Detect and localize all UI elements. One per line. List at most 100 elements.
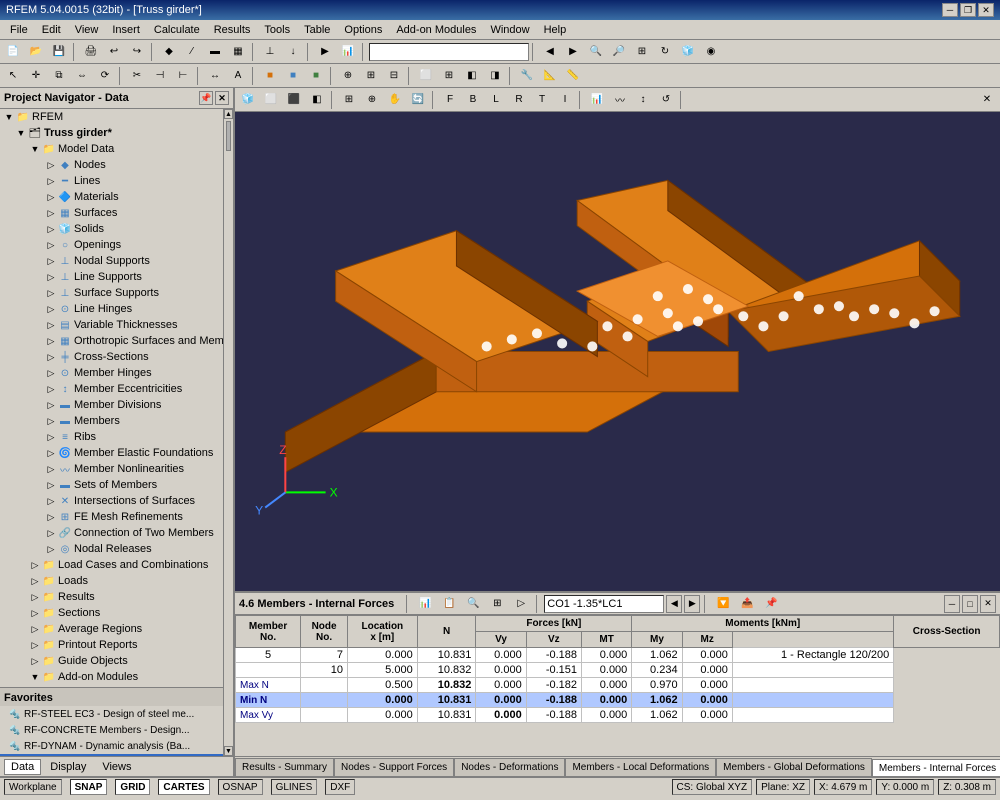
pr-expand[interactable]: ▷	[28, 638, 42, 652]
menu-window[interactable]: Window	[484, 22, 535, 38]
lh-expand[interactable]: ▷	[44, 302, 58, 316]
open-expand[interactable]: ▷	[44, 238, 58, 252]
ls-expand[interactable]: ▷	[44, 270, 58, 284]
toolbar-open[interactable]: 📂	[25, 42, 47, 62]
toolbar2-select[interactable]: ↖	[2, 66, 24, 86]
toolbar2-color2[interactable]: ■	[282, 66, 304, 86]
nodes-expand[interactable]: ▷	[44, 158, 58, 172]
bt-close[interactable]: ✕	[980, 595, 996, 613]
vt-solid[interactable]: ⬛	[283, 90, 305, 110]
tree-ortho[interactable]: ▷ ▦ Orthotropic Surfaces and Membranes	[0, 333, 223, 349]
truss-expand[interactable]: ▼	[14, 126, 28, 140]
status-grid[interactable]: GRID	[115, 779, 150, 795]
status-cartes[interactable]: CARTES	[158, 779, 209, 795]
bt-maximize[interactable]: □	[962, 595, 978, 613]
tree-fe-mesh[interactable]: ▷ ⊞ FE Mesh Refinements	[0, 509, 223, 525]
toolbar-lines[interactable]: ⁄	[181, 42, 203, 62]
tree-member-div[interactable]: ▷ ▬ Member Divisions	[0, 397, 223, 413]
restore-button[interactable]: ❐	[960, 3, 976, 17]
conn-expand[interactable]: ▷	[44, 526, 58, 540]
tree-addon-modules[interactable]: ▼ 📁 Add-on Modules	[0, 669, 223, 685]
mh-expand[interactable]: ▷	[44, 366, 58, 380]
tree-members[interactable]: ▷ ▬ Members	[0, 413, 223, 429]
toolbar-3d[interactable]: 🧊	[677, 42, 699, 62]
toolbar2-snap[interactable]: ⊕	[337, 66, 359, 86]
vt-top[interactable]: T	[531, 90, 553, 110]
tree-load-cases[interactable]: ▷ 📁 Load Cases and Combinations	[0, 557, 223, 573]
toolbar-zoom1[interactable]: 🔍	[585, 42, 607, 62]
sm-expand[interactable]: ▷	[44, 478, 58, 492]
tree-guide-objects[interactable]: ▷ 📁 Guide Objects	[0, 653, 223, 669]
toolbar2-view2[interactable]: ⊞	[438, 66, 460, 86]
bt-pin[interactable]: 📌	[760, 594, 782, 614]
tree-connection[interactable]: ▷ 🔗 Connection of Two Members	[0, 525, 223, 541]
toolbar-supports[interactable]: ⊥	[259, 42, 281, 62]
bt-minimize[interactable]: ─	[944, 595, 960, 613]
scroll-up-btn[interactable]: ▲	[224, 109, 233, 119]
toolbar-members[interactable]: ▬	[204, 42, 226, 62]
toolbar2-more1[interactable]: 🔧	[516, 66, 538, 86]
tree-cross-sections[interactable]: ▷ ╪ Cross-Sections	[0, 349, 223, 365]
toolbar-undo[interactable]: ↩	[103, 42, 125, 62]
status-osnap[interactable]: OSNAP	[218, 779, 263, 795]
bt-btn3[interactable]: 🔍	[462, 594, 484, 614]
toolbar-nav-fwd[interactable]: ▶	[562, 42, 584, 62]
viewport[interactable]: X Z Y	[235, 112, 1000, 591]
toolbar2-label[interactable]: A	[227, 66, 249, 86]
toolbar-loads[interactable]: ↓	[282, 42, 304, 62]
vt-zoom-all[interactable]: ⊞	[338, 90, 360, 110]
vt-pan[interactable]: ✋	[384, 90, 406, 110]
toolbar2-dim[interactable]: ↔	[204, 66, 226, 86]
lc-expand[interactable]: ▷	[28, 558, 42, 572]
toolbar2-extend[interactable]: ⊢	[172, 66, 194, 86]
toolbar2-trim[interactable]: ⊣	[149, 66, 171, 86]
tree-surfaces[interactable]: ▷ ▦ Surfaces	[0, 205, 223, 221]
tree-surface-supports[interactable]: ▷ ⊥ Surface Supports	[0, 285, 223, 301]
menu-view[interactable]: View	[69, 22, 105, 38]
menu-help[interactable]: Help	[538, 22, 573, 38]
am-expand[interactable]: ▼	[28, 670, 42, 684]
bt-btn4[interactable]: ⊞	[486, 594, 508, 614]
tree-sections[interactable]: ▷ 📁 Sections	[0, 605, 223, 621]
nr-expand[interactable]: ▷	[44, 542, 58, 556]
menu-insert[interactable]: Insert	[106, 22, 146, 38]
mef-expand[interactable]: ▷	[44, 446, 58, 460]
combo-input[interactable]	[544, 595, 664, 613]
int-expand[interactable]: ▷	[44, 494, 58, 508]
toolbar-print[interactable]: 🖨	[80, 42, 102, 62]
vt-left[interactable]: L	[485, 90, 507, 110]
toolbar2-copy[interactable]: ⧉	[48, 66, 70, 86]
lines-expand[interactable]: ▷	[44, 174, 58, 188]
toolbar-calculate[interactable]: ▶	[314, 42, 336, 62]
vt-orbit[interactable]: 🔄	[407, 90, 429, 110]
toolbar-zoom2[interactable]: 🔎	[608, 42, 630, 62]
tree-nodes[interactable]: ▷ ◆ Nodes	[0, 157, 223, 173]
toolbar2-delete[interactable]: ✂	[126, 66, 148, 86]
nav-tab-data[interactable]: Data	[4, 759, 41, 775]
cs-expand[interactable]: ▷	[44, 350, 58, 364]
tree-solids[interactable]: ▷ 🧊 Solids	[0, 221, 223, 237]
toolbar-surfaces[interactable]: ▦	[227, 42, 249, 62]
menu-table[interactable]: Table	[298, 22, 336, 38]
tree-materials[interactable]: ▷ 🔷 Materials	[0, 189, 223, 205]
tree-loads[interactable]: ▷ 📁 Loads	[0, 573, 223, 589]
model-expand[interactable]: ▼	[28, 142, 42, 156]
mem-expand[interactable]: ▷	[44, 414, 58, 428]
ss-expand[interactable]: ▷	[44, 286, 58, 300]
ns-expand[interactable]: ▷	[44, 254, 58, 268]
toolbar2-view3[interactable]: ◧	[461, 66, 483, 86]
tree-nodal-supports[interactable]: ▷ ⊥ Nodal Supports	[0, 253, 223, 269]
combo-nav-fwd[interactable]: ▶	[684, 595, 700, 613]
mat-expand[interactable]: ▷	[44, 190, 58, 204]
go-expand[interactable]: ▷	[28, 654, 42, 668]
toolbar-nodes[interactable]: ◆	[158, 42, 180, 62]
ar-expand[interactable]: ▷	[28, 622, 42, 636]
vt-zoom-sel[interactable]: ⊕	[361, 90, 383, 110]
toolbar-zoom3[interactable]: ⊞	[631, 42, 653, 62]
tree-intersections[interactable]: ▷ ✕ Intersections of Surfaces	[0, 493, 223, 509]
vt-back[interactable]: B	[462, 90, 484, 110]
tree-sets-members[interactable]: ▷ ▬ Sets of Members	[0, 477, 223, 493]
surf-expand[interactable]: ▷	[44, 206, 58, 220]
tree-results[interactable]: ▷ 📁 Results	[0, 589, 223, 605]
toolbar-results[interactable]: 📊	[337, 42, 359, 62]
